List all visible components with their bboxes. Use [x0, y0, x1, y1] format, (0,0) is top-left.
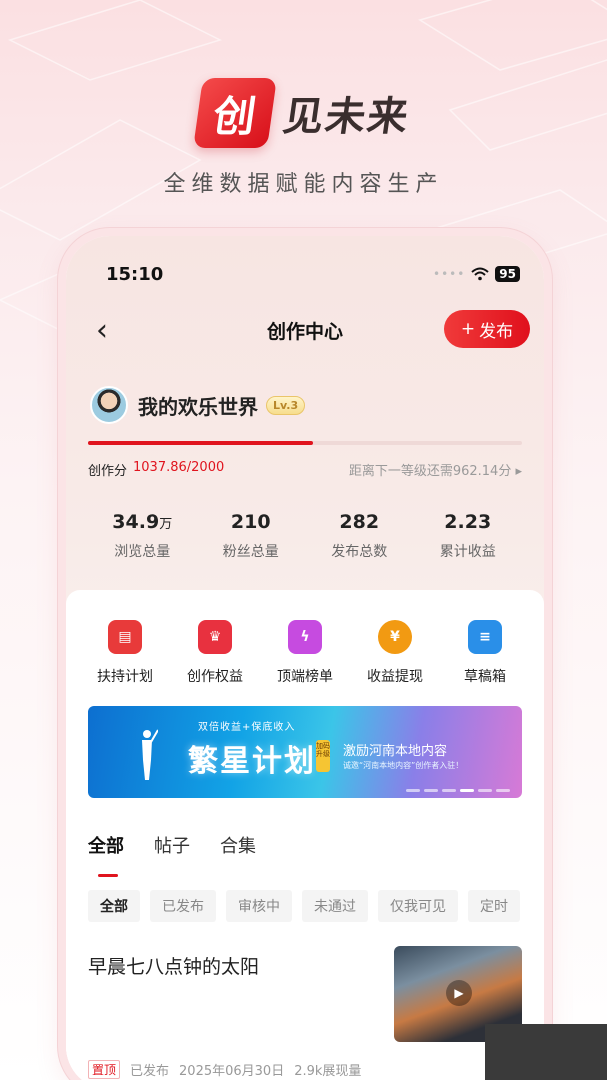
- filter-private[interactable]: 仅我可见: [378, 890, 458, 922]
- tool-creator-rights[interactable]: ♛ 创作权益: [170, 620, 260, 686]
- profile-row[interactable]: 我的欢乐世界 Lv.3: [90, 384, 520, 426]
- publish-button[interactable]: + 发布: [444, 310, 530, 348]
- status-bar: 15:10 •••• 95: [106, 260, 520, 288]
- tool-label: 收益提现: [367, 669, 423, 685]
- crown-icon: ♛: [198, 620, 232, 654]
- banner-tag: 双倍收益+保底收入: [198, 722, 296, 733]
- banner-badge: 加码升级: [316, 740, 330, 772]
- tool-withdraw[interactable]: ¥ 收益提现: [350, 620, 440, 686]
- app-screen: 15:10 •••• 95 ‹ 创作中心 + 发布 我的欢乐世界 Lv.3 创作…: [66, 236, 544, 1080]
- score-progress-fill: [88, 441, 314, 445]
- content-tabs: 全部 帖子 合集: [88, 832, 256, 858]
- play-icon[interactable]: ▶: [446, 980, 472, 1006]
- promo-banner[interactable]: 双倍收益+保底收入 繁星计划 加码升级 激励河南本地内容 诚邀“河南本地内容”创…: [88, 706, 522, 798]
- corner-overlay: [485, 1024, 607, 1080]
- yen-coin-icon: ¥: [378, 620, 412, 654]
- stat-posts[interactable]: 282 发布总数: [305, 511, 414, 561]
- tool-drafts[interactable]: ≡ 草稿箱: [440, 620, 530, 686]
- status-icons: •••• 95: [433, 266, 520, 282]
- score-label: 创作分: [88, 464, 128, 479]
- tab-indicator: [98, 874, 118, 877]
- phone-frame: 15:10 •••• 95 ‹ 创作中心 + 发布 我的欢乐世界 Lv.3 创作…: [58, 228, 552, 1080]
- stat-label: 累计收益: [439, 544, 496, 560]
- tool-support-plan[interactable]: ▤ 扶持计划: [80, 620, 170, 686]
- brand-row: 创 见未来: [0, 78, 607, 148]
- stat-unit: 万: [159, 517, 173, 532]
- publish-label: 发布: [479, 321, 514, 342]
- username: 我的欢乐世界: [138, 394, 258, 419]
- post-item[interactable]: 早晨七八点钟的太阳 ▶: [88, 946, 522, 1056]
- nav-bar: ‹ 创作中心 + 发布: [66, 308, 544, 352]
- banner-dot[interactable]: [478, 789, 492, 792]
- filter-chips: 全部 已发布 审核中 未通过 仅我可见 定时: [88, 890, 544, 922]
- content-card: ▤ 扶持计划 ♛ 创作权益 ϟ 顶端榜单 ¥ 收益提现 ≡ 草稿箱 双倍收益+保…: [66, 590, 544, 1080]
- tab-posts[interactable]: 帖子: [154, 832, 190, 858]
- banner-dot[interactable]: [496, 789, 510, 792]
- banner-title: 繁星计划: [188, 744, 316, 779]
- stat-value: 2.23: [444, 511, 492, 533]
- stat-label: 粉丝总量: [222, 544, 279, 560]
- stat-value: 210: [230, 511, 271, 533]
- tool-label: 草稿箱: [464, 669, 506, 685]
- brand-logo: 创: [192, 78, 277, 148]
- brand-text: 见未来: [279, 93, 413, 140]
- hero-section: 创 见未来 全维数据赋能内容生产: [0, 78, 607, 198]
- stat-fans[interactable]: 210 粉丝总量: [197, 511, 306, 561]
- filter-all[interactable]: 全部: [88, 890, 140, 922]
- document-icon: ≡: [468, 620, 502, 654]
- chevron-right-icon: ▸: [515, 464, 522, 479]
- next-level-text: 距离下一等级还需962.14分: [348, 464, 512, 479]
- banner-dot[interactable]: [442, 789, 456, 792]
- level-badge: Lv.3: [266, 395, 306, 415]
- tab-all[interactable]: 全部: [88, 832, 124, 858]
- stat-value: 282: [339, 511, 380, 533]
- tool-label: 扶持计划: [97, 669, 153, 685]
- post-date: 2025年06月30日: [179, 1064, 285, 1079]
- banner-pagination: [406, 789, 510, 792]
- banner-dot[interactable]: [424, 789, 438, 792]
- tool-label: 顶端榜单: [277, 669, 333, 685]
- stat-label: 发布总数: [331, 544, 388, 560]
- filter-rejected[interactable]: 未通过: [302, 890, 368, 922]
- banner-right-title: 激励河南本地内容: [343, 744, 448, 759]
- score-value: 1037.86/2000: [133, 460, 225, 475]
- figure-illustration: [142, 729, 158, 780]
- calendar-icon: ▤: [108, 620, 142, 654]
- pinned-badge: 置顶: [88, 1060, 121, 1079]
- signal-icon: ••••: [432, 267, 466, 281]
- post-meta: 置顶 已发布 2025年06月30日 2.9k展现量: [88, 1060, 361, 1079]
- plus-icon: +: [460, 319, 476, 339]
- score-progress-bar: [88, 441, 522, 445]
- stats-row: 34.9万 浏览总量 210 粉丝总量 282 发布总数 2.23 累计收益: [88, 511, 522, 561]
- banner-dot-active[interactable]: [460, 789, 474, 792]
- filter-scheduled[interactable]: 定时: [468, 890, 520, 922]
- tool-top-list[interactable]: ϟ 顶端榜单: [260, 620, 350, 686]
- lightning-badge-icon: ϟ: [288, 620, 322, 654]
- hero-subtitle: 全维数据赋能内容生产: [163, 172, 444, 197]
- filter-published[interactable]: 已发布: [150, 890, 216, 922]
- battery-icon: 95: [495, 266, 520, 282]
- stat-views[interactable]: 34.9万 浏览总量: [88, 511, 197, 561]
- post-status: 已发布: [130, 1064, 170, 1079]
- wifi-icon: [471, 267, 489, 281]
- filter-reviewing[interactable]: 审核中: [226, 890, 292, 922]
- banner-dot[interactable]: [406, 789, 420, 792]
- banner-right-subtitle: 诚邀“河南本地内容”创作者入驻！: [343, 761, 464, 770]
- stat-earnings[interactable]: 2.23 累计收益: [414, 511, 523, 561]
- tab-collections[interactable]: 合集: [220, 832, 256, 858]
- stat-label: 浏览总量: [114, 544, 171, 560]
- tools-row: ▤ 扶持计划 ♛ 创作权益 ϟ 顶端榜单 ¥ 收益提现 ≡ 草稿箱: [80, 620, 530, 686]
- status-time: 15:10: [106, 263, 164, 285]
- avatar[interactable]: [90, 386, 128, 424]
- score-row[interactable]: 创作分 1037.86/2000 距离下一等级还需962.14分 ▸: [88, 460, 522, 479]
- next-level-link[interactable]: 距离下一等级还需962.14分 ▸: [349, 460, 522, 479]
- post-views: 2.9k展现量: [294, 1064, 362, 1079]
- tool-label: 创作权益: [187, 669, 243, 685]
- stat-value: 34.9: [112, 511, 160, 533]
